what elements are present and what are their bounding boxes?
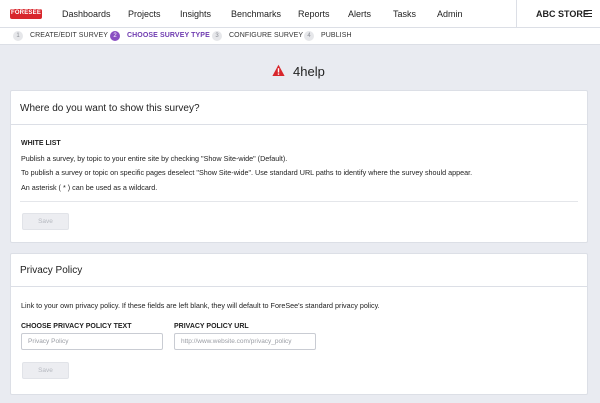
divider [20,201,578,202]
step-label: CONFIGURE SURVEY [229,32,304,39]
card-header: Where do you want to show this survey? [11,91,587,125]
top-navigation: FORESEE Dashboards Projects Insights Ben… [0,0,600,28]
privacy-policy-card: Privacy Policy Link to your own privacy … [10,253,588,395]
survey-placement-card: Where do you want to show this survey? W… [10,90,588,243]
save-button[interactable]: Save [22,213,69,230]
white-list-label: WHITE LIST [21,140,61,147]
privacy-url-label: PRIVACY POLICY URL [174,323,249,330]
nav-item-projects[interactable]: Projects [128,9,161,19]
step-label: CHOOSE SURVEY TYPE [127,32,210,39]
nav-item-benchmarks[interactable]: Benchmarks [231,9,281,19]
hamburger-line [584,10,592,12]
nav-item-reports[interactable]: Reports [298,9,330,19]
step-label: CREATE/EDIT SURVEY [30,32,109,39]
foresee-logo[interactable]: FORESEE [10,9,42,19]
page-heading: 4help [0,64,600,80]
nav-item-insights[interactable]: Insights [180,9,211,19]
store-name[interactable]: ABC STORE [536,9,589,19]
step-number: 2 [110,31,120,41]
privacy-description: Link to your own privacy policy. If thes… [21,301,380,310]
step-number: 3 [212,31,222,41]
privacy-text-label: CHOOSE PRIVACY POLICY TEXT [21,323,132,330]
warning-icon [272,64,285,76]
card-header: Privacy Policy [11,254,587,287]
white-list-line: An asterisk ( * ) can be used as a wildc… [21,183,158,192]
white-list-line: Publish a survey, by topic to your entir… [21,154,288,163]
page-title: 4help [293,64,325,79]
step-number: 4 [304,31,314,41]
nav-item-dashboards[interactable]: Dashboards [62,9,111,19]
store-divider [516,0,517,28]
hamburger-line [584,13,592,15]
wizard-steps: 1 CREATE/EDIT SURVEY 2 CHOOSE SURVEY TYP… [0,28,600,45]
logo-text: FORESEE [10,10,42,16]
step-label: PUBLISH [321,32,352,39]
privacy-policy-text-input[interactable] [21,333,163,350]
nav-item-alerts[interactable]: Alerts [348,9,371,19]
step-number: 1 [13,31,23,41]
hamburger-line [584,16,592,18]
card-title: Privacy Policy [20,265,83,276]
hamburger-icon[interactable] [584,10,592,18]
nav-item-tasks[interactable]: Tasks [393,9,416,19]
save-button[interactable]: Save [22,362,69,379]
card-title: Where do you want to show this survey? [20,103,200,114]
white-list-line: To publish a survey or topic on specific… [21,168,473,177]
nav-item-admin[interactable]: Admin [437,9,463,19]
privacy-policy-url-input[interactable] [174,333,316,350]
